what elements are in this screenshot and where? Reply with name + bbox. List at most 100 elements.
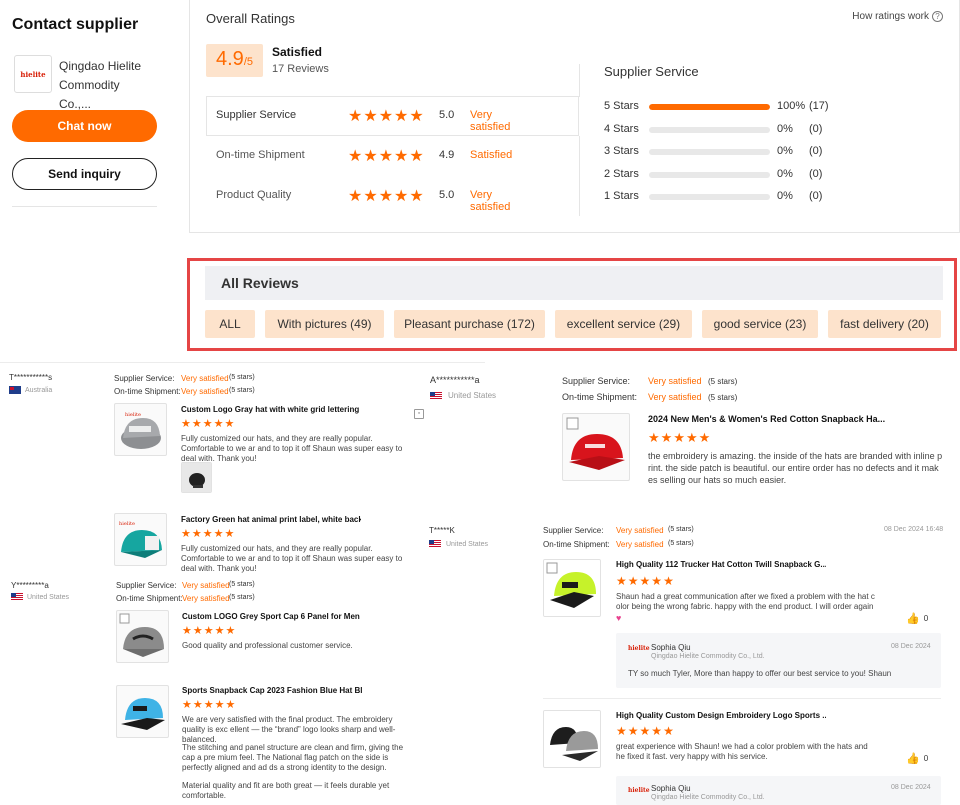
reviewer-country: Australia [9, 386, 52, 394]
send-inquiry-button[interactable]: Send inquiry [12, 158, 157, 190]
category-value: 5.0 [439, 109, 455, 121]
distribution-bar [649, 104, 770, 110]
divider [0, 362, 485, 363]
australia-flag-icon [9, 386, 21, 394]
filter-chip-with-pictures[interactable]: With pictures (49) [265, 310, 384, 338]
reply-author: Sophia Qiu [651, 784, 691, 793]
star-icon: ★ [394, 148, 409, 165]
overall-score: 4.9 [216, 48, 244, 70]
green-cap-image: hielite [119, 521, 162, 558]
supplier-service-label: Supplier Service: [116, 581, 177, 590]
star-icon: ★ [409, 108, 424, 125]
review-stars: ★ ★ ★ ★ ★ [616, 574, 674, 588]
category-stars: ★ ★ ★ ★ ★ [348, 109, 424, 125]
star-icon: ★ [214, 699, 225, 711]
reviewer-country: United States [430, 391, 496, 400]
filter-chip-pleasant-purchase[interactable]: Pleasant purchase (172) [394, 310, 545, 338]
distribution-bar [649, 172, 770, 178]
star-icon: ★ [181, 528, 191, 540]
distribution-count: (0) [809, 123, 823, 135]
reviewer-name: Y*********a [11, 581, 49, 590]
overall-score-max: /5 [243, 56, 253, 68]
star-icon: ★ [639, 724, 651, 738]
overall-rating-label: Satisfied [272, 45, 323, 59]
star-icon: ★ [648, 430, 660, 445]
country-label: United States [446, 540, 489, 548]
filter-chip-all[interactable]: ALL [205, 310, 255, 338]
us-flag-icon [11, 593, 23, 601]
rating-text: Very satisfied [181, 374, 229, 383]
overall-score-badge: 4.9 /5 [206, 44, 263, 77]
product-thumbnail[interactable] [543, 559, 601, 617]
product-thumbnail[interactable]: hielite [114, 403, 167, 456]
like-count: 0 [923, 614, 929, 623]
star-icon: ★ [214, 625, 225, 637]
product-title[interactable]: 2024 New Men's & Women's Red Cotton Snap… [648, 414, 888, 424]
filter-chip-excellent-service[interactable]: excellent service (29) [555, 310, 692, 338]
svg-text:hielite: hielite [125, 412, 141, 418]
like-button[interactable]: 👍 0 [906, 612, 928, 625]
star-icon: ★ [348, 188, 363, 205]
ontime-shipment-label: On-time Shipment: [543, 540, 610, 549]
review-photo[interactable] [181, 462, 212, 493]
like-button[interactable]: 👍 0 [906, 752, 928, 765]
chat-now-button[interactable]: Chat now [12, 110, 157, 142]
rating-stars-text: (5 stars) [229, 374, 255, 381]
supplier-logo-icon: hielite [628, 645, 650, 652]
star-icon: ★ [181, 418, 191, 430]
star-icon: ★ [202, 418, 213, 430]
category-value: 5.0 [439, 189, 455, 201]
distribution-bar [649, 194, 770, 200]
country-label: United States [448, 391, 497, 400]
review-date: 08 Dec 2024 16:48 [884, 526, 944, 533]
reviews-count: 17 Reviews [272, 63, 329, 75]
category-rating: Very satisfied [470, 109, 511, 133]
review-stars: ★ ★ ★ ★ ★ [616, 724, 674, 738]
star-icon: ★ [192, 699, 203, 711]
star-icon: ★ [182, 625, 192, 637]
review-stars: ★ ★ ★ ★ ★ [648, 430, 710, 445]
thumbs-up-icon: 👍 [906, 613, 920, 625]
product-title[interactable]: Custom Logo Gray hat with white grid let… [181, 405, 361, 414]
distribution-count: (0) [809, 168, 823, 180]
distribution-label: 5 Stars [604, 100, 639, 112]
category-stars: ★ ★ ★ ★ ★ [348, 189, 424, 205]
supplier-company-name[interactable]: Qingdao Hielite Commodity Co.,... [59, 57, 154, 114]
review-text: The stitching and panel structure are cl… [182, 743, 404, 772]
product-thumbnail[interactable] [562, 413, 630, 481]
star-icon: ★ [663, 574, 674, 588]
product-thumbnail[interactable] [116, 685, 169, 738]
rating-text: Very satisfied [648, 376, 702, 386]
product-thumbnail[interactable]: hielite [114, 513, 167, 566]
rating-stars-text: (5 stars) [229, 594, 255, 601]
distribution-percent: 0% [777, 123, 793, 135]
distribution-percent: 0% [777, 168, 793, 180]
star-icon: ★ [660, 430, 673, 445]
reply-date: 08 Dec 2024 [891, 643, 931, 650]
supplier-logo[interactable]: hielite [14, 55, 52, 93]
how-ratings-work-link[interactable]: How ratings work ? [852, 11, 943, 22]
svg-text:hielite: hielite [119, 521, 135, 527]
product-thumbnail[interactable] [116, 610, 169, 663]
product-title[interactable]: Sports Snapback Cap 2023 Fashion Blue Ha… [182, 686, 362, 695]
product-title[interactable]: Custom LOGO Grey Sport Cap 6 Panel for M… [182, 612, 362, 621]
supplier-reply: hielite Sophia Qiu Qingdao Hielite Commo… [616, 633, 941, 688]
distribution-percent: 0% [777, 145, 793, 157]
reviewer-name: T*****K [429, 526, 455, 535]
trucker-cap-image [544, 560, 600, 616]
product-title[interactable]: High Quality 112 Trucker Hat Cotton Twil… [616, 560, 826, 569]
distribution-bar-fill [649, 104, 770, 110]
filter-chip-good-service[interactable]: good service (23) [702, 310, 818, 338]
filter-chip-fast-delivery[interactable]: fast delivery (20) [828, 310, 941, 338]
reply-text: TY so much Tyler, More than happy to off… [628, 669, 892, 678]
category-label: Product Quality [216, 189, 292, 201]
star-icon: ★ [191, 418, 202, 430]
product-thumbnail[interactable] [543, 710, 601, 768]
review-stars: ★ ★ ★ ★ ★ [181, 529, 234, 540]
star-icon: ★ [224, 418, 235, 430]
product-title[interactable]: High Quality Custom Design Embroidery Lo… [616, 711, 826, 720]
star-icon: ★ [363, 188, 378, 205]
custom-sports-cap-image [544, 711, 600, 767]
product-title[interactable]: Factory Green hat animal print label, wh… [181, 515, 361, 524]
rating-text: Very satisfied [182, 581, 230, 590]
